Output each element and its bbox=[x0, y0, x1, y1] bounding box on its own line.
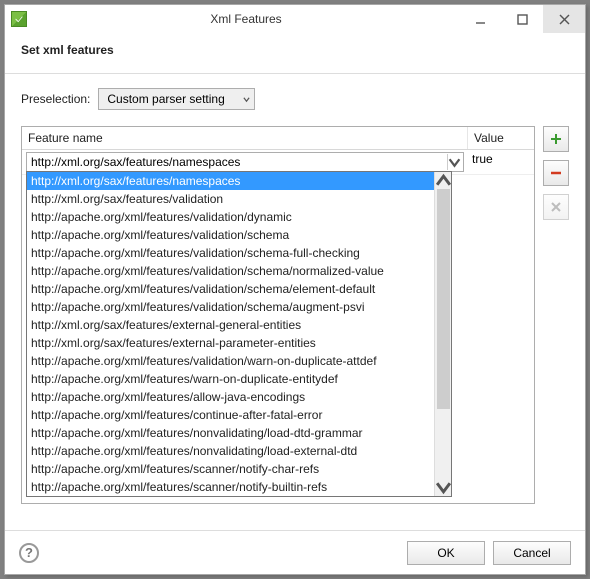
dropdown-item[interactable]: http://xml.org/sax/features/validation bbox=[27, 190, 434, 208]
dropdown-item[interactable]: http://apache.org/xml/features/validatio… bbox=[27, 244, 434, 262]
dropdown-list[interactable]: http://xml.org/sax/features/namespacesht… bbox=[27, 172, 434, 496]
preselection-label: Preselection: bbox=[21, 92, 90, 106]
chevron-down-icon bbox=[447, 154, 461, 170]
scroll-up-icon[interactable] bbox=[435, 172, 452, 189]
dropdown-item[interactable]: http://apache.org/xml/features/validatio… bbox=[27, 298, 434, 316]
dialog-window: Xml Features Set xml features Preselecti… bbox=[4, 4, 586, 575]
table-header: Feature name Value bbox=[22, 127, 534, 150]
dropdown-item[interactable]: http://apache.org/xml/features/warn-on-d… bbox=[27, 370, 434, 388]
dropdown-item[interactable]: http://apache.org/xml/features/scanner/n… bbox=[27, 478, 434, 496]
preselection-value: Custom parser setting bbox=[107, 92, 224, 106]
side-buttons bbox=[543, 126, 569, 504]
dropdown-scrollbar[interactable] bbox=[434, 172, 451, 496]
feature-name-dropdown[interactable]: http://xml.org/sax/features/namespacesht… bbox=[26, 171, 452, 497]
dialog-header-text: Set xml features bbox=[21, 43, 569, 57]
chevron-down-icon bbox=[243, 96, 250, 103]
add-button[interactable] bbox=[543, 126, 569, 152]
scroll-down-icon[interactable] bbox=[435, 479, 452, 496]
dropdown-item[interactable]: http://xml.org/sax/features/external-gen… bbox=[27, 316, 434, 334]
dropdown-item[interactable]: http://apache.org/xml/features/allow-jav… bbox=[27, 388, 434, 406]
dropdown-item[interactable]: http://apache.org/xml/features/validatio… bbox=[27, 352, 434, 370]
feature-name-value: http://xml.org/sax/features/namespaces bbox=[31, 155, 240, 169]
help-icon[interactable]: ? bbox=[19, 543, 39, 563]
dropdown-item[interactable]: http://apache.org/xml/features/validatio… bbox=[27, 262, 434, 280]
ok-button[interactable]: OK bbox=[407, 541, 485, 565]
titlebar[interactable]: Xml Features bbox=[5, 5, 585, 33]
feature-name-combo[interactable]: http://xml.org/sax/features/namespaces bbox=[26, 152, 464, 172]
col-value[interactable]: Value bbox=[468, 127, 534, 149]
dialog-body: Preselection: Custom parser setting Feat… bbox=[5, 74, 585, 512]
preselection-combo[interactable]: Custom parser setting bbox=[98, 88, 254, 110]
feature-value-cell[interactable]: true bbox=[468, 150, 534, 174]
cancel-button[interactable]: Cancel bbox=[493, 541, 571, 565]
preselection-row: Preselection: Custom parser setting bbox=[21, 88, 569, 110]
maximize-button[interactable] bbox=[501, 5, 543, 33]
dropdown-item[interactable]: http://apache.org/xml/features/scanner/n… bbox=[27, 460, 434, 478]
dropdown-item[interactable]: http://apache.org/xml/features/validatio… bbox=[27, 208, 434, 226]
dialog-header: Set xml features bbox=[5, 33, 585, 74]
window-title: Xml Features bbox=[33, 12, 459, 26]
minimize-button[interactable] bbox=[459, 5, 501, 33]
dropdown-item[interactable]: http://xml.org/sax/features/external-par… bbox=[27, 334, 434, 352]
scroll-thumb[interactable] bbox=[437, 189, 450, 409]
dropdown-item[interactable]: http://xml.org/sax/features/namespaces bbox=[27, 172, 434, 190]
features-area: Feature name Value http://xml.org/sax/fe… bbox=[21, 126, 569, 504]
col-feature-name[interactable]: Feature name bbox=[22, 127, 468, 149]
dropdown-item[interactable]: http://apache.org/xml/features/validatio… bbox=[27, 226, 434, 244]
dialog-footer: ? OK Cancel bbox=[5, 530, 585, 574]
dropdown-item[interactable]: http://apache.org/xml/features/nonvalida… bbox=[27, 424, 434, 442]
remove-all-button[interactable] bbox=[543, 194, 569, 220]
dropdown-item[interactable]: http://apache.org/xml/features/validatio… bbox=[27, 280, 434, 298]
close-button[interactable] bbox=[543, 5, 585, 33]
dropdown-item[interactable]: http://apache.org/xml/features/continue-… bbox=[27, 406, 434, 424]
remove-button[interactable] bbox=[543, 160, 569, 186]
window-buttons bbox=[459, 5, 585, 33]
app-icon bbox=[11, 11, 27, 27]
dropdown-item[interactable]: http://apache.org/xml/features/nonvalida… bbox=[27, 442, 434, 460]
features-table: Feature name Value http://xml.org/sax/fe… bbox=[21, 126, 535, 504]
